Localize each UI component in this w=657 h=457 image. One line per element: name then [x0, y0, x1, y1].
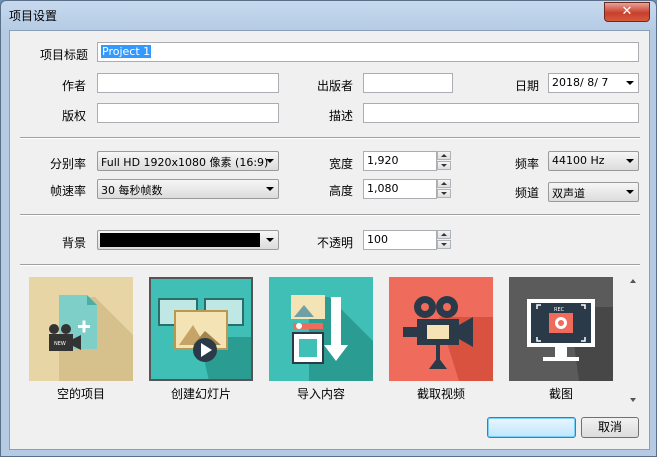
chevron-down-icon: [626, 159, 634, 163]
frequency-value: 44100 Hz: [552, 154, 605, 167]
project-title-label: 项目标题: [40, 48, 89, 62]
author-input[interactable]: [97, 73, 279, 93]
height-input[interactable]: 1,080: [363, 179, 437, 199]
chevron-down-icon: [626, 190, 634, 194]
spin-down-icon[interactable]: [437, 240, 451, 249]
channel-value: 双声道: [552, 187, 585, 200]
channel-label: 频道: [515, 186, 540, 200]
template-scrollbar[interactable]: [625, 274, 642, 407]
template-capture-video[interactable]: [389, 277, 493, 381]
resolution-select[interactable]: Full HD 1920x1080 像素 (16:9): [97, 151, 279, 171]
spin-up-icon[interactable]: [437, 230, 451, 239]
close-button[interactable]: ✕: [604, 2, 650, 22]
frequency-label: 频率: [515, 157, 540, 171]
publisher-label: 出版者: [317, 79, 354, 93]
frequency-select[interactable]: 44100 Hz: [548, 151, 639, 171]
spin-down-icon[interactable]: [437, 161, 451, 170]
template-slideshow[interactable]: [149, 277, 253, 381]
framerate-value: 30 每秒帧数: [101, 184, 163, 197]
slideshow-icon: [149, 277, 253, 381]
chevron-down-icon: [266, 159, 274, 163]
spin-up-icon[interactable]: [437, 151, 451, 160]
template-label: 空的项目: [56, 387, 105, 401]
height-label: 高度: [329, 184, 354, 198]
chevron-down-icon[interactable]: [626, 81, 634, 85]
description-label: 描述: [329, 109, 354, 123]
chevron-down-icon: [266, 238, 274, 242]
description-input[interactable]: [363, 103, 639, 123]
divider: [20, 137, 640, 139]
copyright-label: 版权: [62, 109, 87, 123]
project-title-value: Project 1: [101, 45, 152, 58]
template-label: 创建幻灯片: [170, 387, 231, 401]
width-input[interactable]: 1,920: [363, 151, 437, 171]
cancel-button[interactable]: 取消: [581, 417, 639, 438]
resolution-label: 分别率: [50, 157, 87, 171]
title-bar: 项目设置 ✕: [1, 1, 656, 29]
color-swatch: [100, 233, 260, 247]
project-title-input[interactable]: Project 1: [97, 42, 639, 62]
screenshot-icon: REC: [509, 277, 613, 381]
date-value: 2018/ 8/ 7: [552, 76, 609, 89]
opacity-spinner[interactable]: [437, 230, 453, 250]
spin-up-icon[interactable]: [437, 179, 451, 188]
copyright-input[interactable]: [97, 103, 279, 123]
publisher-input[interactable]: [363, 73, 453, 93]
channel-select[interactable]: 双声道: [548, 182, 639, 202]
framerate-select[interactable]: 30 每秒帧数: [97, 179, 279, 199]
template-label: 导入内容: [296, 387, 345, 401]
divider: [20, 214, 640, 216]
chevron-down-icon: [266, 187, 274, 191]
template-label: 截取视频: [416, 387, 465, 401]
dialog-body: 项目标题 Project 1 作者 出版者 日期 2018/ 8/ 7 版权 描…: [9, 30, 650, 450]
svg-text:NEW: NEW: [54, 341, 66, 347]
resolution-value: Full HD 1920x1080 像素 (16:9): [101, 156, 269, 169]
scroll-down-icon[interactable]: [630, 398, 636, 402]
template-screenshot[interactable]: REC: [509, 277, 613, 381]
date-picker[interactable]: 2018/ 8/ 7: [548, 73, 639, 93]
template-new-project[interactable]: NEW: [29, 277, 133, 381]
divider: [20, 264, 640, 266]
height-spinner[interactable]: [437, 179, 453, 199]
spin-down-icon[interactable]: [437, 189, 451, 198]
date-label: 日期: [515, 79, 540, 93]
new-project-icon: NEW: [29, 277, 133, 381]
ok-button[interactable]: [487, 417, 576, 438]
opacity-label: 不透明: [317, 236, 354, 250]
project-settings-dialog: 项目设置 ✕ 项目标题 Project 1 作者 出版者 日期 2018/ 8/…: [0, 0, 657, 457]
template-import-content[interactable]: [269, 277, 373, 381]
capture-video-icon: [389, 277, 493, 381]
width-label: 宽度: [329, 157, 354, 171]
author-label: 作者: [62, 79, 87, 93]
svg-text:REC: REC: [554, 307, 565, 313]
window-title: 项目设置: [9, 9, 58, 23]
scroll-up-icon[interactable]: [630, 279, 636, 283]
opacity-input[interactable]: 100: [363, 230, 437, 250]
import-content-icon: [269, 277, 373, 381]
background-label: 背景: [62, 236, 87, 250]
width-spinner[interactable]: [437, 151, 453, 171]
framerate-label: 帧速率: [50, 184, 87, 198]
background-color-picker[interactable]: [97, 230, 279, 250]
template-label: 截图: [548, 387, 573, 401]
